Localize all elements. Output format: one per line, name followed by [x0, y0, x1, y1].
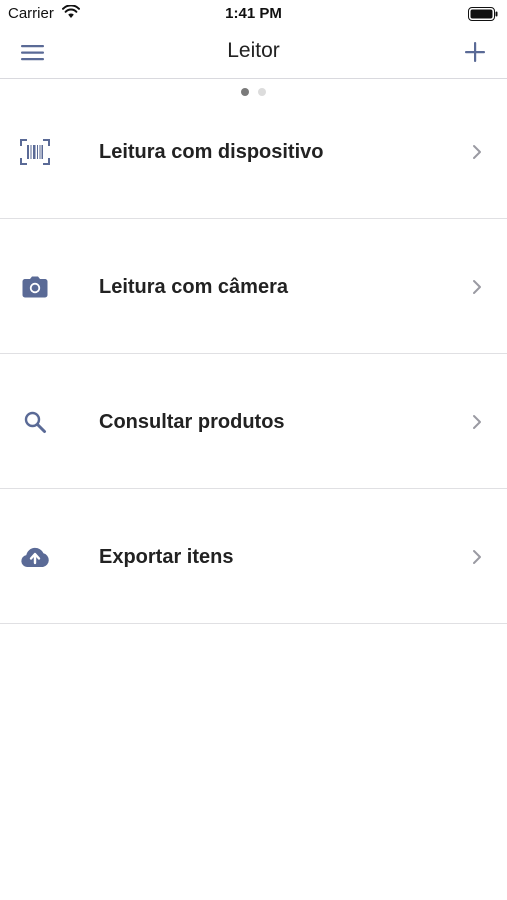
clock-time: 1:41 PM — [225, 5, 282, 22]
chevron-right-icon — [470, 412, 484, 432]
menu-item-device-reading[interactable]: Leitura com dispositivo — [0, 84, 507, 219]
menu-item-label: Leitura com dispositivo — [99, 141, 324, 163]
chevron-right-icon — [470, 277, 484, 297]
navigation-bar: Leitor — [0, 28, 507, 79]
menu-list: Leitura com dispositivo Leitura com câme… — [0, 84, 507, 624]
menu-item-label: Exportar itens — [99, 546, 234, 568]
hamburger-menu-icon[interactable] — [20, 40, 46, 66]
search-icon — [20, 407, 50, 437]
chevron-right-icon — [470, 142, 484, 162]
menu-item-search-products[interactable]: Consultar produtos — [0, 354, 507, 489]
plus-icon[interactable] — [463, 40, 487, 64]
chevron-right-icon — [470, 547, 484, 567]
page-title: Leitor — [227, 39, 280, 62]
camera-icon — [20, 272, 50, 302]
menu-item-camera-reading[interactable]: Leitura com câmera — [0, 219, 507, 354]
menu-item-label: Consultar produtos — [99, 411, 285, 433]
barcode-scan-icon — [20, 137, 50, 167]
menu-item-label: Leitura com câmera — [99, 276, 288, 298]
status-bar: Carrier 1:41 PM — [0, 0, 507, 28]
menu-item-export-items[interactable]: Exportar itens — [0, 489, 507, 624]
battery-icon — [468, 7, 498, 26]
cloud-upload-icon — [20, 542, 50, 572]
